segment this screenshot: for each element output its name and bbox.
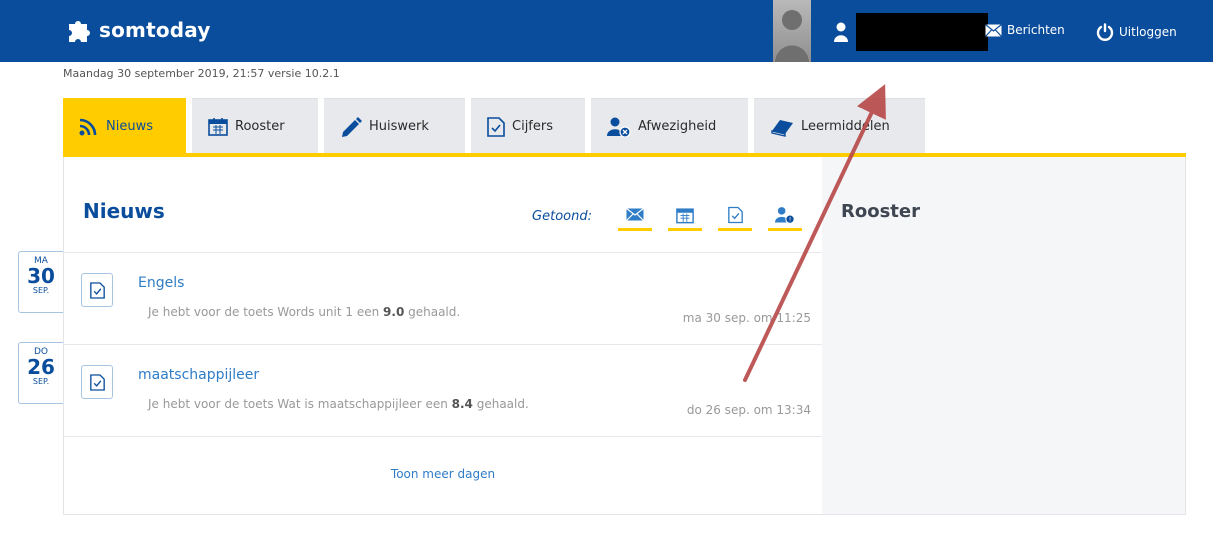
power-icon <box>1096 23 1114 41</box>
uitloggen-label: Uitloggen <box>1119 25 1177 39</box>
rooster-panel: Rooster <box>822 157 1186 515</box>
logo-text: somtoday <box>99 18 211 42</box>
tab-huiswerk[interactable]: Huiswerk <box>324 98 465 154</box>
top-bar: somtoday Berichten Uitloggen <box>0 0 1213 62</box>
tab-leermiddelen[interactable]: Leermiddelen <box>754 98 925 154</box>
main-tabs: Nieuws Rooster Huiswerk Cijfers Afwezigh… <box>63 98 931 154</box>
filter-cijfers[interactable] <box>718 201 752 231</box>
date-tab[interactable]: MA 30 SEP. <box>18 251 63 313</box>
tab-label: Rooster <box>235 119 285 134</box>
tab-nieuws[interactable]: Nieuws <box>63 98 186 154</box>
news-heading: Nieuws <box>83 199 165 223</box>
berichten-label: Berichten <box>1007 23 1065 37</box>
list-item[interactable]: Engels Je hebt voor de toets Words unit … <box>64 252 822 344</box>
item-subject[interactable]: Engels <box>138 275 184 291</box>
tab-label: Huiswerk <box>369 119 429 134</box>
calendar-icon <box>208 118 228 136</box>
date-day: 26 <box>27 355 55 379</box>
user-menu[interactable] <box>834 13 988 51</box>
item-subject[interactable]: maatschappijleer <box>138 367 259 383</box>
redacted-user-name <box>856 13 988 51</box>
list-item[interactable]: maatschappijleer Je hebt voor de toets W… <box>64 344 822 436</box>
filter-berichten[interactable] <box>618 201 652 231</box>
item-text: Je hebt voor de toets Words unit 1 een 9… <box>148 305 461 319</box>
item-text: Je hebt voor de toets Wat is maatschappi… <box>148 397 529 411</box>
tab-label: Cijfers <box>512 119 553 134</box>
grade-item-icon <box>81 365 113 399</box>
grade-item-icon <box>81 273 113 307</box>
item-time: do 26 sep. om 13:34 <box>686 403 811 417</box>
date-tab[interactable]: DO 26 SEP. <box>18 342 63 404</box>
toon-meer-dagen-link[interactable]: Toon meer dagen <box>64 467 822 481</box>
news-panel: Nieuws Getoond: ! Engels Je hebt voor de… <box>63 157 823 515</box>
rooster-heading: Rooster <box>841 201 920 222</box>
pencil-icon <box>342 116 362 137</box>
avatar[interactable] <box>773 0 811 62</box>
filters-label: Getoond: <box>532 208 592 224</box>
calendar-icon <box>676 207 694 223</box>
item-grade: 8.4 <box>451 397 473 411</box>
somtoday-logo[interactable]: somtoday <box>63 13 211 47</box>
berichten-link[interactable]: Berichten <box>985 23 1065 37</box>
tab-label: Leermiddelen <box>801 119 890 134</box>
person-absent-icon: ! <box>775 206 795 224</box>
tab-cijfers[interactable]: Cijfers <box>471 98 585 154</box>
mail-icon <box>626 208 644 221</box>
item-grade: 9.0 <box>383 305 405 319</box>
check-document-icon <box>487 116 505 137</box>
date-month: SEP. <box>32 377 50 386</box>
tab-afwezigheid[interactable]: Afwezigheid <box>591 98 748 154</box>
tab-label: Nieuws <box>106 119 153 134</box>
filter-bar: Getoond: ! <box>532 201 802 231</box>
user-icon <box>834 22 848 42</box>
check-document-icon <box>89 373 105 391</box>
check-document-icon <box>89 281 105 299</box>
book-icon <box>771 119 793 137</box>
uitloggen-link[interactable]: Uitloggen <box>1096 23 1177 41</box>
datestamp: Maandag 30 september 2019, 21:57 versie … <box>63 67 340 80</box>
tab-label: Afwezigheid <box>638 119 717 134</box>
item-time: ma 30 sep. om 11:25 <box>682 311 811 325</box>
filter-rooster[interactable] <box>668 201 702 231</box>
date-day: 30 <box>27 264 55 288</box>
puzzle-logo-icon <box>69 21 90 42</box>
svg-text:!: ! <box>789 217 791 223</box>
more-row: Toon meer dagen <box>64 436 822 516</box>
news-list: Engels Je hebt voor de toets Words unit … <box>64 252 822 516</box>
rss-icon <box>79 118 97 135</box>
mail-icon <box>985 23 1002 37</box>
tab-rooster[interactable]: Rooster <box>192 98 318 154</box>
filter-afwezigheid[interactable]: ! <box>768 201 802 231</box>
person-absent-icon <box>607 117 631 137</box>
date-month: SEP. <box>32 286 50 295</box>
check-document-icon <box>727 206 743 223</box>
